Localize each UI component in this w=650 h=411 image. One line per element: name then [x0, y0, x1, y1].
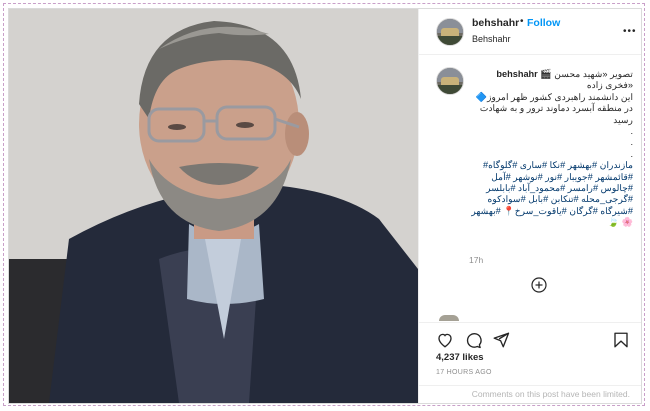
caption-time: 17h — [469, 255, 484, 265]
more-icon[interactable]: ••• — [623, 26, 637, 37]
username[interactable]: behshahr — [472, 17, 519, 29]
caption-line: . — [630, 126, 633, 137]
scrolled-avatar — [439, 315, 459, 321]
instagram-post: behshahr • Follow Behshahr ••• تصویر «شه… — [8, 8, 642, 404]
hashtag-line[interactable]: #قائمشهر #جویبار #نور #نوشهر #آمل — [469, 172, 633, 183]
location-link[interactable]: Behshahr — [472, 34, 511, 44]
post-photo[interactable] — [9, 9, 418, 403]
caption-line: . — [630, 148, 633, 159]
comment-icon[interactable] — [464, 331, 482, 349]
add-circle-icon[interactable] — [531, 277, 547, 293]
emoji-line: 🌸 🍃 — [607, 217, 633, 228]
caption-username[interactable]: behshahr — [496, 69, 537, 79]
comments-limited-bar: Comments on this post have been limited. — [419, 385, 641, 403]
separator-dot: • — [520, 16, 524, 27]
caption-line: . — [630, 137, 633, 148]
post-side-panel: behshahr • Follow Behshahr ••• تصویر «شه… — [418, 9, 641, 403]
bookmark-icon[interactable] — [612, 331, 630, 349]
caption-line: این دانشمند راهبردی کشور ظهر امروز🔷 — [475, 91, 633, 102]
post-caption: تصویر «شهید محسن 🎬 behshahr «فخری زاده ا… — [469, 69, 633, 229]
avatar[interactable] — [436, 18, 464, 46]
post-timestamp: 17 HOURS AGO — [436, 369, 492, 376]
hashtag-line[interactable]: #گرجی_محله #تنکابن #بابل #سوادکوه — [469, 194, 633, 205]
share-icon[interactable] — [492, 331, 510, 349]
caption-line: در منطقه آبسرد دماوند ترور و به شهادت — [479, 103, 633, 114]
hashtag-line[interactable]: #چالوس #رامسر #محمود_آباد #بابلسر — [469, 183, 633, 194]
follow-button[interactable]: Follow — [527, 17, 560, 29]
caption-line: رسید — [613, 114, 633, 125]
action-bar — [419, 322, 641, 353]
caption-avatar[interactable] — [436, 67, 464, 95]
post-header: behshahr • Follow Behshahr ••• — [419, 9, 641, 55]
heart-icon[interactable] — [436, 331, 454, 349]
likes-count[interactable]: 4,237 likes — [436, 352, 484, 363]
comments-limited-notice: Comments on this post have been limited. — [471, 389, 630, 399]
hashtag-line[interactable]: #شیرگاه #گرگان #یاقوت_سرخ📍 #بهشهر — [469, 206, 633, 217]
portrait-image — [9, 9, 418, 403]
caption-line: «فخری زاده — [586, 80, 633, 91]
hashtag-line[interactable]: مازندران #بهشهر #نکا #ساری #گلوگاه# — [469, 160, 633, 171]
caption-line: تصویر «شهید محسن 🎬 behshahr — [496, 69, 633, 79]
